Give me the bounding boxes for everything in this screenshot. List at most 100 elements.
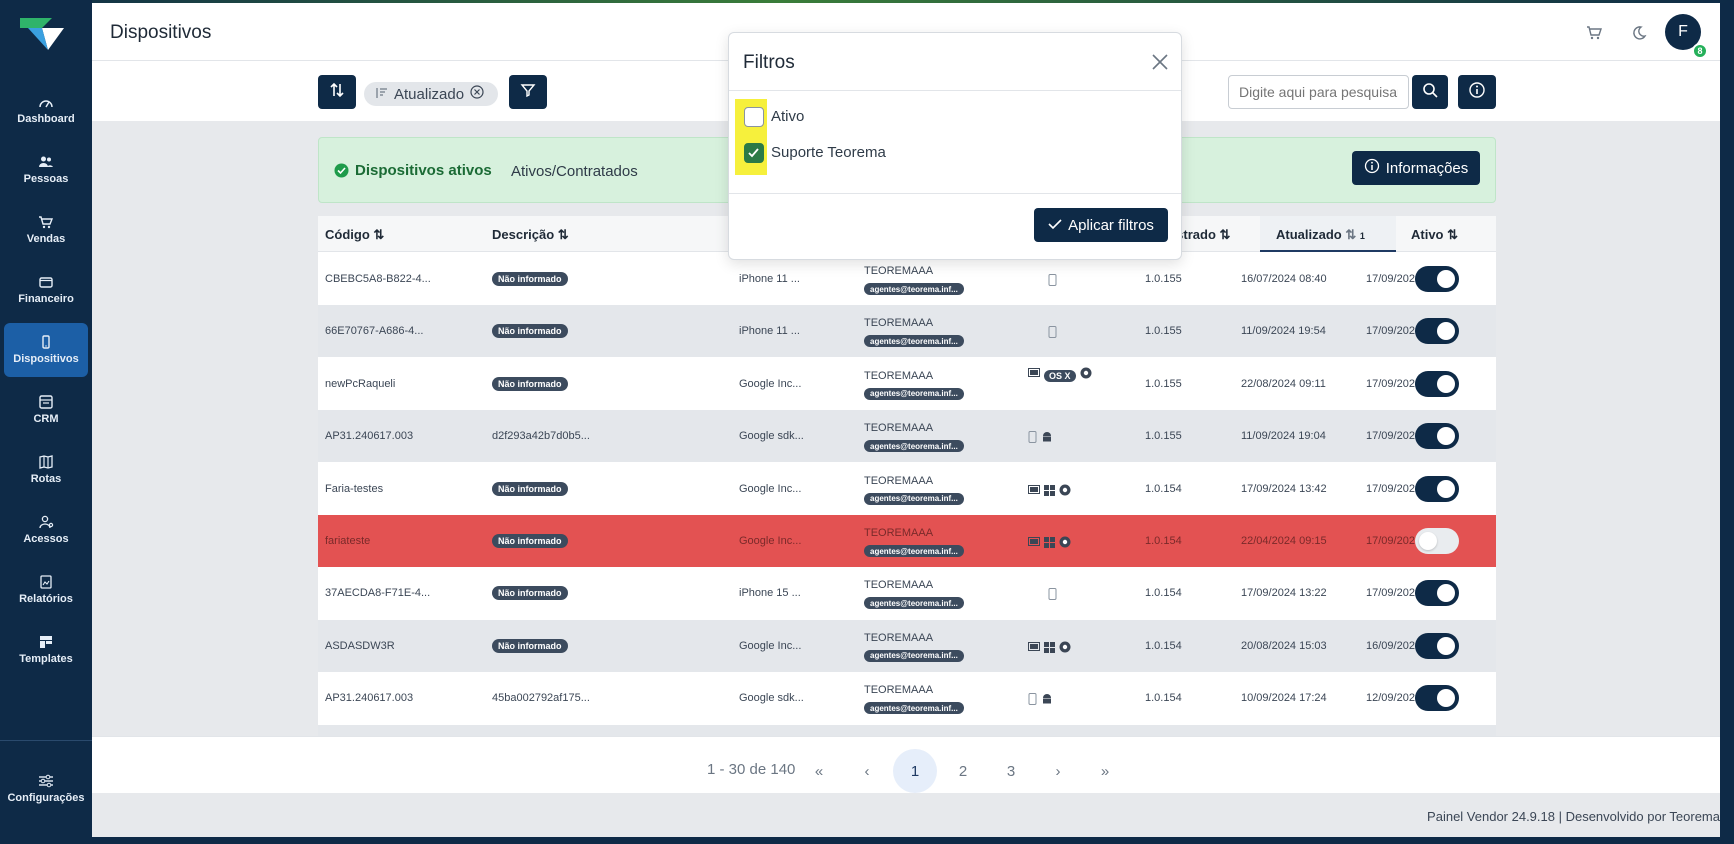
table-row[interactable]: AP31.240617.003 45ba002792af175... Google … [318,672,1496,725]
prev-page-button[interactable]: ‹ [845,749,889,793]
cell-platform-icons [1048,273,1057,291]
search-input[interactable] [1228,75,1409,109]
cell-descricao-badge: Não informado [492,586,568,601]
checkbox-label-ativo[interactable]: Ativo [771,108,804,125]
sidebar-item-rotas[interactable]: Rotas [4,443,88,497]
sidebar-item-crm[interactable]: CRM [4,383,88,437]
apply-filters-button[interactable]: Aplicar filtros [1034,208,1168,242]
sidebar-divider [0,740,92,741]
dashboard-icon [38,95,54,109]
informacoes-button[interactable]: Informações [1352,151,1480,185]
next-page-button[interactable]: › [1036,749,1080,793]
cell-codigo: CBEBC5A8-B822-4... [325,273,431,285]
cell-email-badge: agentes@teorema.inf... [864,335,964,348]
cell-versao: 1.0.154 [1145,692,1182,705]
apply-filters-label: Aplicar filtros [1068,216,1154,234]
app-logo[interactable] [18,14,66,52]
cell-email-badge: agentes@teorema.inf... [864,545,964,557]
active-toggle[interactable] [1415,266,1459,292]
chrome-icon [1059,483,1071,501]
filter-dialog-title: Filtros [743,52,795,73]
osx-icon: OS X [1044,366,1076,384]
table-row[interactable]: fariateste Não informado Google Inc... TEOR… [318,515,1496,567]
active-toggle[interactable] [1415,423,1459,450]
active-toggle[interactable] [1415,370,1459,397]
search-button[interactable] [1412,75,1448,109]
sidebar-item-dashboard[interactable]: Dashboard [4,83,88,137]
table-row[interactable]: 66E70767-A686-4... Não informado iPhone 11… [318,305,1496,358]
active-toggle[interactable] [1415,318,1459,345]
sidebar-item-dispositivos[interactable]: Dispositivos [4,323,88,377]
cell-email-badge: agentes@teorema.inf... [864,492,964,505]
sidebar-item-financeiro[interactable]: Financeiro [4,263,88,317]
table-row[interactable]: newPcRaqueli Não informado Google Inc... TE… [318,357,1496,410]
chip-remove-icon[interactable] [470,85,484,103]
access-icon [38,515,54,529]
col-header-atualizado[interactable]: Atualizado ⇅ 1 [1260,216,1396,252]
page-button-1[interactable]: 1 [893,749,937,793]
sort-chip-label: Atualizado [394,85,465,103]
active-toggle[interactable] [1415,685,1459,712]
close-icon[interactable] [1151,53,1169,71]
col-header-ativo[interactable]: Ativo ⇅ [1411,227,1458,243]
windows-icon [1044,483,1055,501]
cell-empresa: TEOREMAAA [864,684,934,697]
sidebar-item-templates[interactable]: Templates [4,623,88,677]
info-icon-button[interactable] [1458,75,1496,109]
cell-codigo: newPcRaqueli [325,377,396,390]
mobile-icon [1048,273,1057,291]
table-row[interactable]: ASDASDW3R Não informado Google Inc... TEORE… [318,619,1496,672]
mobile-icon [1048,325,1057,343]
cell-registrado: 17/09/2024 13:22 [1241,587,1327,600]
filter-icon [520,82,536,103]
table-row[interactable]: Faria-testes Não informado Google Inc... TE… [318,462,1496,515]
col-header-descricao[interactable]: Descrição ⇅ [492,227,569,243]
cart-icon[interactable] [1585,24,1603,42]
checkbox-ativo[interactable] [744,107,764,127]
active-toggle[interactable] [1415,475,1459,502]
sort-icon: ⇅ [373,227,385,242]
last-page-button[interactable]: » [1083,749,1127,793]
moon-icon[interactable] [1629,24,1647,42]
filter-button[interactable] [509,75,547,109]
mobile-icon [1028,692,1037,710]
sidebar-item-acessos[interactable]: Acessos [4,503,88,557]
toggle-knob [1437,584,1455,603]
sidebar-item-settings[interactable]: Configurações [0,774,92,824]
cell-registrado: 22/08/2024 09:11 [1241,377,1326,390]
sidebar-item-label: Rotas [30,473,62,485]
sort-asc-icon: ⇅ [1345,227,1357,242]
table-row[interactable]: CBEBC5A8-B822-4... Não informado iPhone 11… [318,253,1496,305]
table-row[interactable]: 37AECDA8-F71E-4... Não informado iPhone 15… [318,567,1496,620]
sidebar-item-label: Templates [19,653,73,665]
template-icon [38,635,54,649]
sort-chip[interactable]: Atualizado [364,82,498,106]
cart-icon [38,215,54,229]
cell-descricao: d2f293a42b7d0b5... [492,430,590,443]
toggle-knob [1437,689,1455,708]
check-icon [1048,217,1062,234]
cell-empresa: TEOREMAAA [864,317,934,330]
active-toggle[interactable] [1415,632,1459,659]
sidebar-item-pessoas[interactable]: Pessoas [4,143,88,197]
sort-button[interactable] [318,75,356,109]
checkbox-suporte-teorema[interactable] [744,143,764,163]
page-button-2[interactable]: 2 [941,749,985,793]
first-page-button[interactable]: « [797,749,841,793]
sidebar-item-vendas[interactable]: Vendas [4,203,88,257]
col-header-codigo[interactable]: Código ⇅ [325,227,384,243]
sidebar-item-relatorios[interactable]: Relatórios [4,563,88,617]
cell-descricao-badge: Não informado [492,272,568,286]
active-toggle[interactable] [1415,580,1459,607]
active-toggle[interactable] [1415,528,1459,554]
banner-subtitle: Ativos/Contratados [511,163,638,180]
version-text: Painel Vendor 24.9.18 | Desenvolvido por… [1427,809,1720,824]
cell-modelo: iPhone 11 ... [739,273,800,285]
checkbox-label-suporte[interactable]: Suporte Teorema [771,144,886,161]
table-row[interactable]: AP31.240617.003 d2f293a42b7d0b5... Google … [318,410,1496,463]
cell-platform-icons [1028,640,1071,658]
cell-descricao-badge: Não informado [492,638,568,653]
cell-versao: 1.0.155 [1145,430,1182,443]
cell-codigo: 37AECDA8-F71E-4... [325,587,431,600]
page-button-3[interactable]: 3 [989,749,1033,793]
